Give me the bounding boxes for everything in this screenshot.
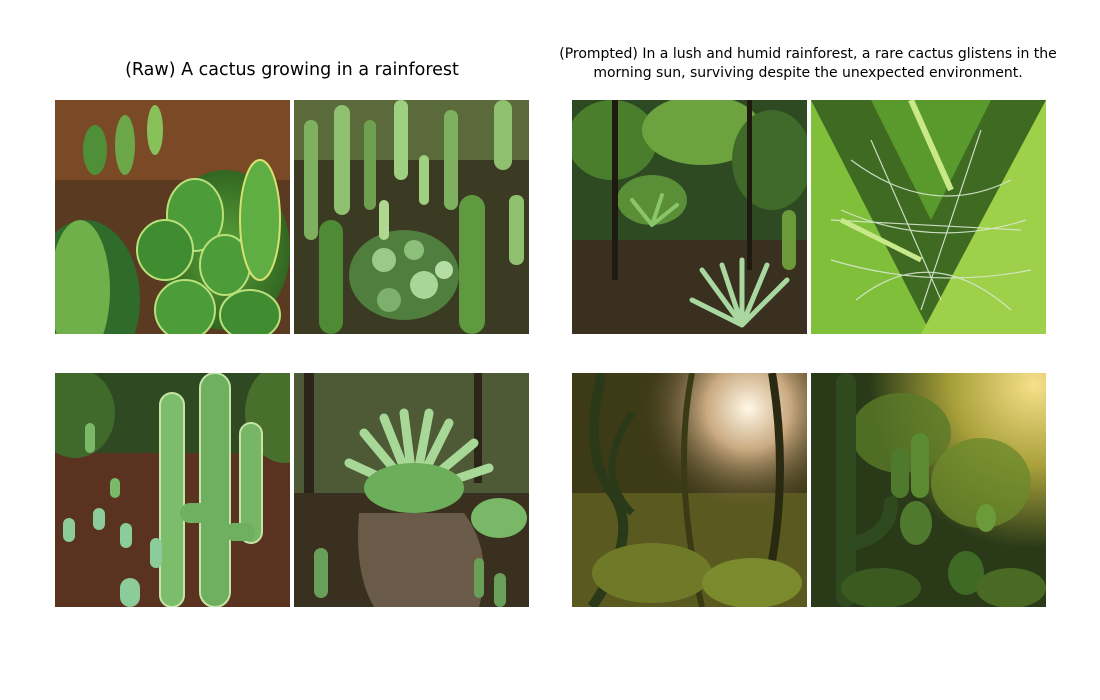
left-panel-title: (Raw) A cactus growing in a rainforest [125, 60, 459, 80]
raw-image-1 [55, 100, 290, 334]
raw-image-3 [55, 373, 290, 607]
raw-image-4 [294, 373, 529, 607]
raw-image-2 [294, 100, 529, 334]
prompted-image-3 [572, 373, 807, 607]
prompted-image-2 [811, 100, 1046, 334]
prompted-image-4 [811, 373, 1046, 607]
prompted-image-1 [572, 100, 807, 334]
right-panel-title: (Prompted) In a lush and humid rainfores… [559, 46, 1057, 81]
